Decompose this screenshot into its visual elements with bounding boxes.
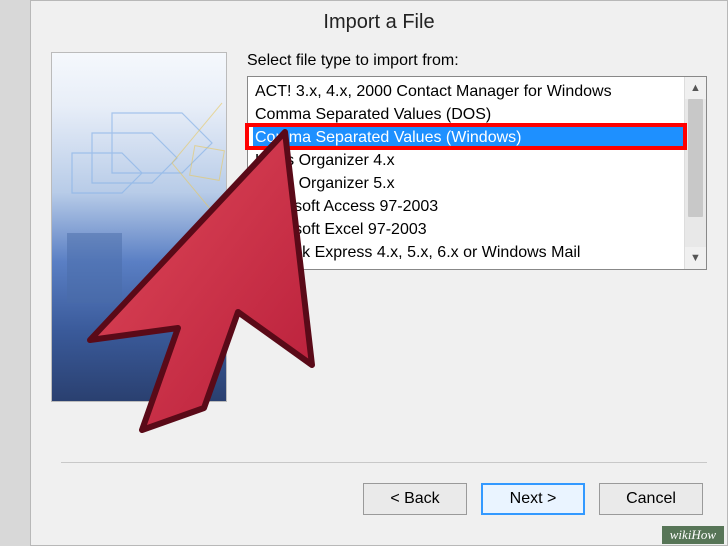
- dialog-button-row: < Back Next > Cancel: [363, 483, 703, 515]
- dialog-content: Select file type to import from: ACT! 3.…: [31, 52, 727, 402]
- scroll-track[interactable]: [685, 99, 706, 247]
- watermark: wikiHow: [662, 526, 724, 544]
- scroll-down-icon[interactable]: ▼: [685, 247, 707, 269]
- listbox-scrollbar[interactable]: ▲ ▼: [684, 77, 706, 269]
- list-item[interactable]: Comma Separated Values (DOS): [253, 103, 684, 126]
- prompt-label: Select file type to import from:: [247, 52, 707, 70]
- file-type-pane: Select file type to import from: ACT! 3.…: [247, 52, 707, 402]
- scroll-up-icon[interactable]: ▲: [685, 77, 707, 99]
- list-item[interactable]: Lotus Organizer 4.x: [253, 149, 684, 172]
- list-item[interactable]: Microsoft Excel 97-2003: [253, 218, 684, 241]
- import-file-dialog: Import a File Select file type to import…: [30, 0, 728, 546]
- list-item[interactable]: Microsoft Access 97-2003: [253, 195, 684, 218]
- separator-line: [61, 462, 707, 463]
- list-item[interactable]: ACT! 3.x, 4.x, 2000 Contact Manager for …: [253, 80, 684, 103]
- wizard-decorative-image: [51, 52, 227, 402]
- back-button[interactable]: < Back: [363, 483, 467, 515]
- list-item[interactable]: Comma Separated Values (Windows): [253, 126, 684, 149]
- cancel-button[interactable]: Cancel: [599, 483, 703, 515]
- list-item[interactable]: Outlook Express 4.x, 5.x, 6.x or Windows…: [253, 241, 684, 264]
- next-button[interactable]: Next >: [481, 483, 585, 515]
- file-type-listbox[interactable]: ACT! 3.x, 4.x, 2000 Contact Manager for …: [247, 76, 707, 270]
- list-item[interactable]: Lotus Organizer 5.x: [253, 172, 684, 195]
- dialog-title: Import a File: [31, 1, 727, 52]
- scroll-thumb[interactable]: [688, 99, 703, 217]
